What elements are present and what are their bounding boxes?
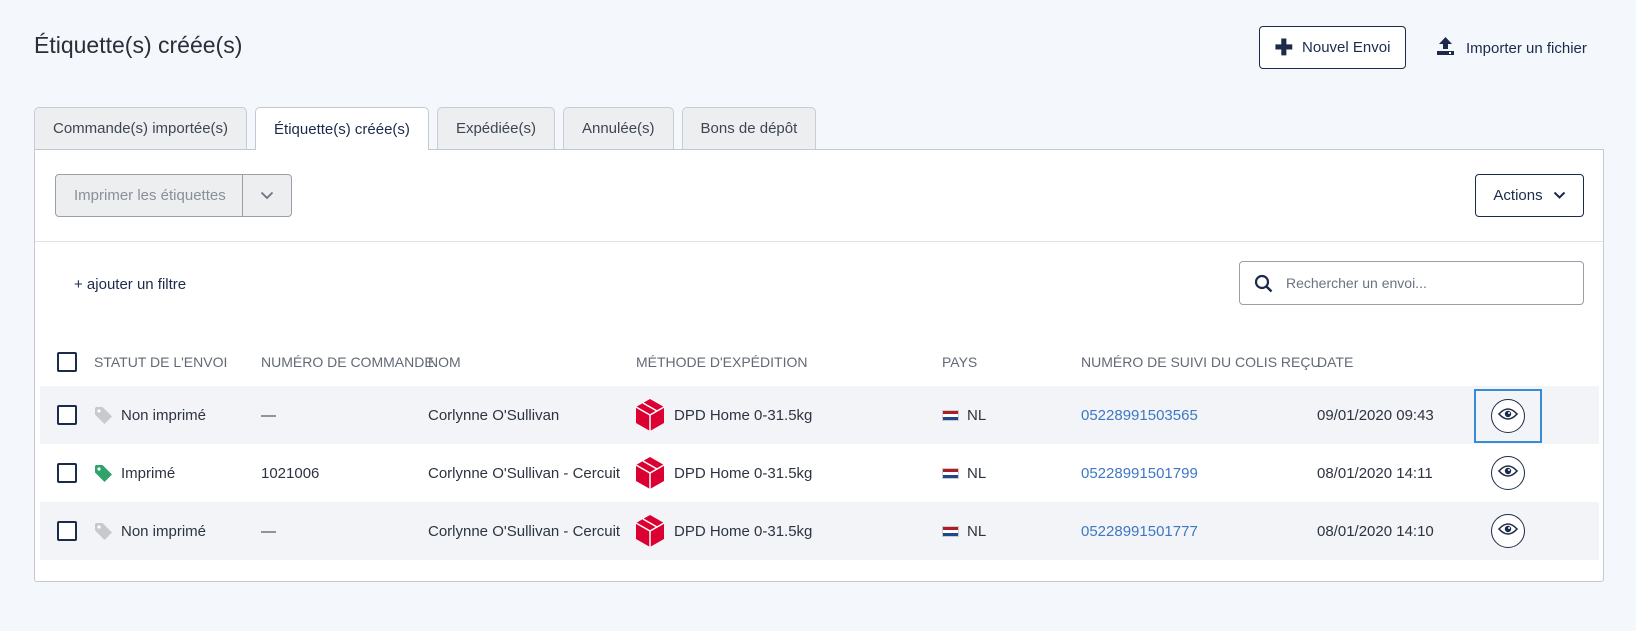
tab-label: Bons de dépôt — [700, 120, 798, 137]
column-header-country[interactable]: Pays — [942, 338, 977, 386]
recipient-name: Corlynne O'Sullivan — [428, 406, 560, 424]
tracking-link[interactable]: 05228991501777 — [1081, 502, 1198, 560]
table-header: Statut de l'envoi Numéro de commande Nom… — [40, 338, 1599, 386]
new-shipment-label: Nouvel Envoi — [1302, 39, 1391, 56]
tab-deposit-slips[interactable]: Bons de dépôt — [681, 107, 817, 149]
dpd-logo — [636, 457, 664, 489]
plus-icon: ✚ — [1274, 34, 1294, 60]
order-number: 1021006 — [261, 464, 320, 482]
tab-label: Expédiée(s) — [455, 120, 536, 137]
row-checkbox[interactable] — [57, 405, 77, 425]
tracking-link[interactable]: 05228991503565 — [1081, 386, 1198, 444]
tab-label: Commande(s) importée(s) — [53, 120, 229, 137]
table-row[interactable]: Imprimé 1021006 Corlynne O'Sullivan - Ce… — [40, 444, 1599, 502]
status-text: Non imprimé — [121, 522, 207, 540]
recipient-name: Corlynne O'Sullivan - Cercuit — [428, 522, 621, 540]
import-file-button[interactable]: Importer un fichier — [1436, 32, 1587, 64]
tab-shipped[interactable]: Expédiée(s) — [436, 107, 555, 149]
chevron-down-icon — [1553, 187, 1566, 204]
tab-imported-orders[interactable]: Commande(s) importée(s) — [34, 107, 248, 149]
tab-bar: Commande(s) importée(s) Étiquette(s) cré… — [34, 107, 824, 150]
search-input[interactable] — [1286, 275, 1566, 291]
table-row[interactable]: Non imprimé — Corlynne O'Sullivan - Cerc… — [40, 502, 1599, 560]
column-header-method[interactable]: Méthode d'expédition — [636, 338, 807, 386]
row-checkbox[interactable] — [57, 521, 77, 541]
search-field[interactable] — [1239, 261, 1584, 305]
shipment-date: 08/01/2020 14:11 — [1317, 464, 1433, 482]
add-filter-link[interactable]: + ajouter un filtre — [74, 276, 186, 293]
order-number: — — [261, 406, 276, 424]
eye-icon — [1497, 522, 1519, 540]
print-options-dropdown[interactable] — [243, 175, 291, 216]
view-button[interactable] — [1491, 399, 1525, 433]
order-number: — — [261, 522, 276, 540]
view-button[interactable] — [1491, 456, 1525, 490]
tag-icon — [94, 522, 113, 541]
tag-icon — [94, 406, 113, 425]
actions-dropdown[interactable]: Actions — [1475, 174, 1584, 217]
shipment-date: 08/01/2020 14:10 — [1317, 522, 1434, 540]
tab-cancelled[interactable]: Annulée(s) — [562, 107, 674, 149]
tag-icon — [94, 464, 113, 483]
dpd-logo — [636, 515, 664, 547]
upload-icon — [1436, 36, 1455, 60]
view-button[interactable] — [1491, 514, 1525, 548]
eye-icon — [1497, 407, 1519, 426]
print-labels-button[interactable]: Imprimer les étiquettes — [56, 175, 243, 216]
import-file-label: Importer un fichier — [1466, 39, 1587, 57]
row-checkbox[interactable] — [57, 463, 77, 483]
page-title: Étiquette(s) créée(s) — [34, 32, 243, 58]
shipping-method: DPD Home 0-31.5kg — [674, 522, 813, 540]
print-labels-split-button: Imprimer les étiquettes — [55, 174, 292, 217]
tab-label: Étiquette(s) créée(s) — [274, 120, 410, 138]
country-code: NL — [967, 464, 987, 482]
column-header-date[interactable]: Date — [1317, 338, 1353, 386]
actions-label: Actions — [1493, 187, 1543, 204]
column-header-name[interactable]: Nom — [428, 338, 461, 386]
search-icon — [1240, 274, 1286, 293]
chevron-down-icon — [260, 187, 274, 205]
toolbar-divider — [35, 241, 1603, 242]
column-header-tracking[interactable]: Numéro de suivi du colis reçu — [1081, 338, 1321, 386]
shipment-date: 09/01/2020 09:43 — [1317, 406, 1434, 424]
shipping-method: DPD Home 0-31.5kg — [674, 464, 813, 482]
shipments-table: Statut de l'envoi Numéro de commande Nom… — [40, 338, 1599, 560]
table-row[interactable]: Non imprimé — Corlynne O'Sullivan DPD Ho… — [40, 386, 1599, 444]
country-code: NL — [967, 522, 987, 540]
labels-panel: Imprimer les étiquettes Actions + ajoute… — [34, 149, 1604, 582]
recipient-name: Corlynne O'Sullivan - Cercuit — [428, 464, 621, 482]
tab-label: Annulée(s) — [581, 120, 655, 137]
tracking-link[interactable]: 05228991501799 — [1081, 444, 1198, 502]
column-header-status[interactable]: Statut de l'envoi — [94, 338, 227, 386]
shipping-method: DPD Home 0-31.5kg — [674, 406, 813, 424]
new-shipment-button[interactable]: ✚ Nouvel Envoi — [1259, 26, 1406, 69]
column-header-order[interactable]: Numéro de commande — [261, 338, 434, 386]
nl-flag — [942, 467, 959, 479]
eye-icon — [1497, 464, 1519, 482]
nl-flag — [942, 409, 959, 421]
tab-created-labels[interactable]: Étiquette(s) créée(s) — [255, 107, 429, 150]
nl-flag — [942, 525, 959, 537]
select-all-checkbox[interactable] — [57, 352, 77, 372]
dpd-logo — [636, 399, 664, 431]
status-text: Non imprimé — [121, 406, 207, 424]
status-text: Imprimé — [121, 464, 176, 482]
country-code: NL — [967, 406, 987, 424]
view-button-focus-ring — [1474, 389, 1542, 443]
